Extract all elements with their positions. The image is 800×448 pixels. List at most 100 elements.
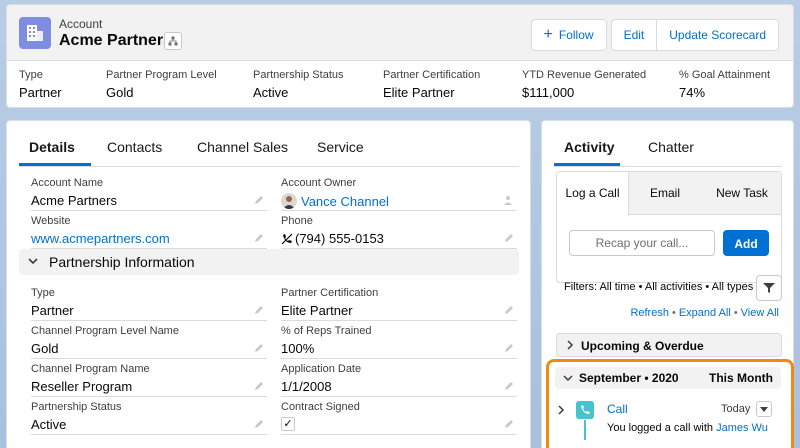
change-owner-icon[interactable]: [503, 194, 515, 206]
field-partnership-status: Partnership Status Active: [31, 401, 267, 435]
field-value: Elite Partner: [281, 303, 353, 318]
field-value: ✓: [281, 417, 517, 431]
activity-composer: Log a Call Email New Task Recap your cal…: [556, 171, 782, 283]
field-value: Partner: [31, 303, 74, 318]
highlight-value: Elite Partner: [383, 85, 455, 100]
pencil-icon[interactable]: [253, 418, 265, 430]
record-header: Account Acme Partners + Follow Edit Upda…: [6, 4, 794, 108]
hierarchy-icon: [168, 36, 178, 46]
tab-chatter[interactable]: Chatter: [648, 139, 694, 155]
section-partnership-information[interactable]: Partnership Information: [19, 249, 519, 275]
field-website: Website www.acmepartners.com: [31, 215, 267, 249]
pencil-icon[interactable]: [503, 342, 515, 354]
pencil-icon[interactable]: [503, 380, 515, 392]
account-icon: [19, 17, 51, 49]
tab-contacts[interactable]: Contacts: [107, 139, 162, 155]
account-owner-link[interactable]: Vance Channel: [301, 194, 389, 209]
field-label: Account Owner: [281, 177, 357, 189]
field-application-date: Application Date 1/1/2008: [281, 363, 517, 397]
view-all-link[interactable]: View All: [741, 307, 779, 319]
highlight-value: Gold: [106, 85, 134, 100]
filter-icon: [763, 283, 775, 293]
details-card: Details Contacts Channel Sales Service A…: [6, 120, 531, 448]
tab-email[interactable]: Email: [629, 172, 701, 215]
pencil-icon[interactable]: [253, 232, 265, 244]
field-label: Partnership Status: [31, 401, 122, 413]
add-button[interactable]: Add: [723, 230, 769, 256]
field-value: Reseller Program: [31, 379, 133, 394]
follow-button[interactable]: + Follow: [530, 19, 607, 51]
highlight-status: Partnership Status Active: [253, 69, 344, 100]
highlight-value: $111,000: [522, 85, 575, 100]
highlight-label: YTD Revenue Generated: [522, 69, 647, 81]
field-label: Phone: [281, 215, 313, 227]
refresh-link[interactable]: Refresh: [630, 307, 669, 319]
highlight-label: Partnership Status: [253, 69, 344, 81]
section-title: Upcoming & Overdue: [581, 339, 704, 353]
edit-button[interactable]: Edit: [610, 19, 658, 51]
field-contract-signed: Contract Signed ✓: [281, 401, 517, 435]
pencil-icon[interactable]: [503, 304, 515, 316]
pencil-icon[interactable]: [253, 342, 265, 354]
pencil-icon[interactable]: [253, 380, 265, 392]
field-label: Website: [31, 215, 71, 227]
section-title: Partnership Information: [49, 254, 195, 270]
separator: •: [671, 307, 676, 319]
pencil-icon[interactable]: [253, 194, 265, 206]
field-account-owner: Account Owner Vance Channel: [281, 177, 517, 211]
highlight-goal-attainment: % Goal Attainment 74%: [679, 69, 770, 100]
pencil-icon[interactable]: [253, 304, 265, 316]
highlight-value: 74%: [679, 85, 706, 100]
record-name: Acme Partners: [59, 32, 172, 49]
tab-channel-sales[interactable]: Channel Sales: [197, 139, 288, 155]
filter-button[interactable]: [756, 275, 782, 301]
tab-log-a-call[interactable]: Log a Call: [557, 172, 629, 216]
contract-signed-checkbox: ✓: [281, 417, 295, 431]
update-scorecard-button[interactable]: Update Scorecard: [657, 19, 779, 51]
activity-tabs: Activity Chatter: [554, 135, 782, 167]
highlight-ytd-revenue: YTD Revenue Generated $111,000: [522, 69, 646, 100]
field-type: Type Partner: [31, 287, 267, 321]
highlight-label: Partner Program Level: [106, 69, 217, 81]
detail-tabs: Details Contacts Channel Sales Service: [19, 135, 519, 167]
pencil-icon[interactable]: [503, 418, 515, 430]
highlight-label: Partner Certification: [383, 69, 481, 81]
field-label: % of Reps Trained: [281, 325, 372, 337]
tab-activity[interactable]: Activity: [564, 139, 615, 155]
field-channel-program-level: Channel Program Level Name Gold: [31, 325, 267, 359]
field-value: Gold: [31, 341, 59, 356]
pencil-icon[interactable]: [503, 232, 515, 244]
field-channel-program-name: Channel Program Name Reseller Program: [31, 363, 267, 397]
hierarchy-button[interactable]: [164, 32, 182, 50]
filters-text: Filters: All time • All activities • All…: [564, 281, 754, 293]
recap-call-input[interactable]: Recap your call...: [569, 230, 715, 256]
highlight-value: Active: [253, 85, 289, 100]
avatar: [281, 193, 297, 209]
field-value: Vance Channel: [281, 193, 517, 209]
highlight-label: % Goal Attainment: [679, 69, 771, 81]
highlight-frame: [546, 359, 794, 448]
tab-details[interactable]: Details: [29, 139, 75, 155]
highlight-value: Partner: [19, 85, 62, 100]
highlight-program-level: Partner Program Level Gold: [106, 69, 217, 100]
website-link[interactable]: www.acmepartners.com: [31, 231, 267, 246]
separator: •: [733, 307, 738, 319]
field-account-name: Account Name Acme Partners: [31, 177, 267, 211]
field-label: Type: [31, 287, 55, 299]
upcoming-overdue-section[interactable]: Upcoming & Overdue: [556, 333, 782, 357]
header-actions: + Follow Edit Update Scorecard: [530, 19, 779, 51]
tab-service[interactable]: Service: [317, 139, 364, 155]
expand-all-link[interactable]: Expand All: [679, 307, 731, 319]
highlight-label: Type: [19, 69, 43, 81]
follow-label: Follow: [558, 28, 594, 42]
tab-new-task[interactable]: New Task: [701, 172, 783, 215]
field-label: Application Date: [281, 363, 362, 375]
field-value: Acme Partners: [31, 193, 117, 208]
object-label: Account: [59, 17, 103, 31]
field-value: Active: [31, 417, 67, 432]
click-to-dial-icon[interactable]: [281, 233, 293, 245]
field-value: (794) 555-0153: [281, 231, 517, 246]
field-label: Account Name: [31, 177, 104, 189]
composer-tabs: Log a Call Email New Task: [557, 172, 783, 216]
chevron-right-icon: [567, 340, 574, 350]
